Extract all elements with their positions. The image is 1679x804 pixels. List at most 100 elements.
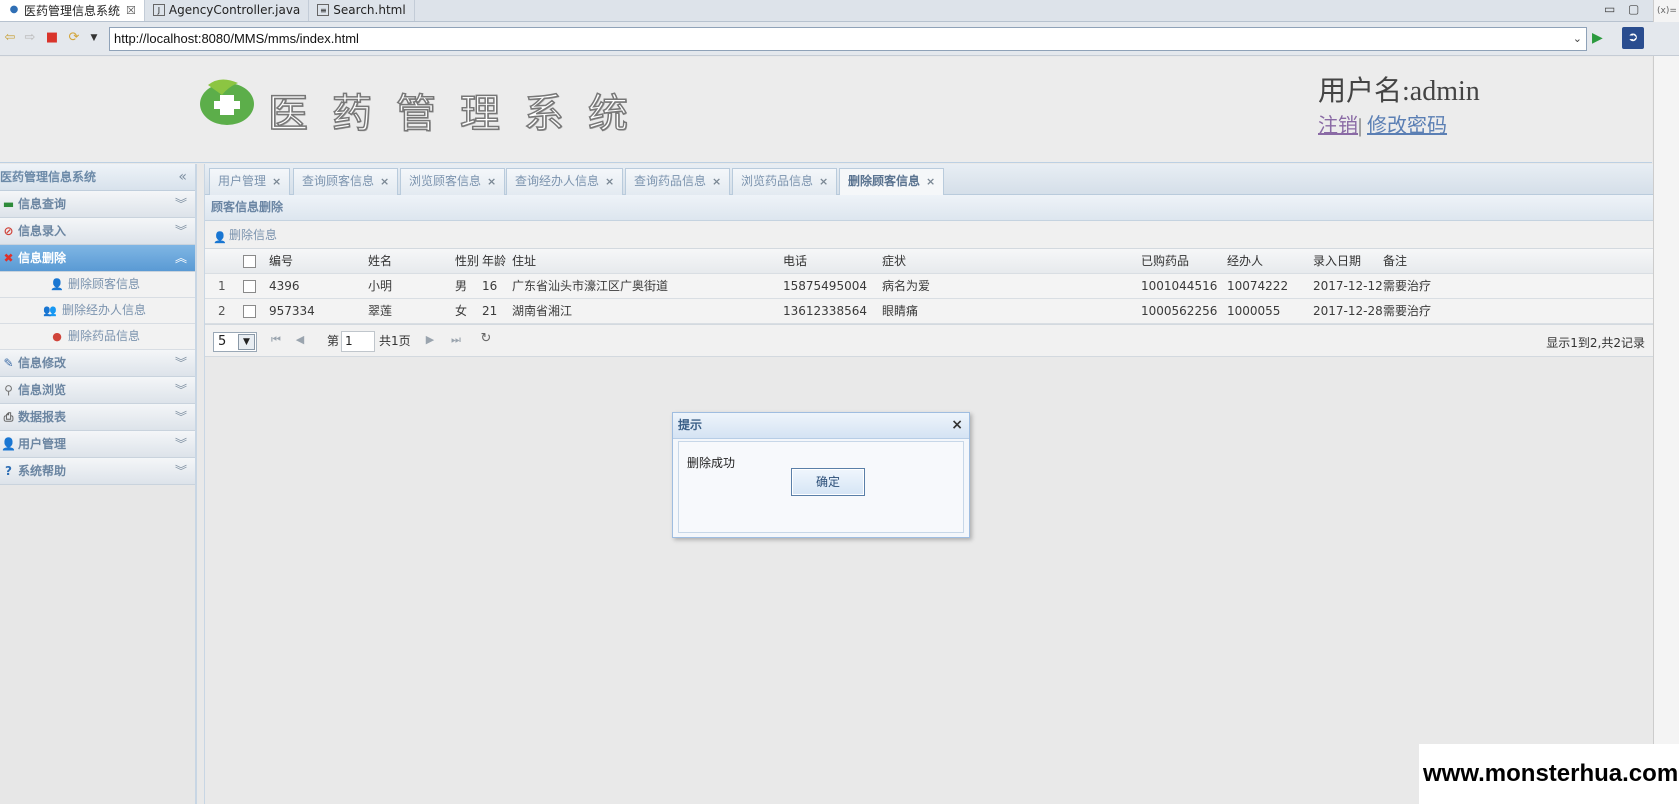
select-all-checkbox[interactable] <box>243 255 256 268</box>
nav-section-query[interactable]: ▬ 信息查询 ︾ <box>0 191 195 218</box>
chevron-down-icon: ▼ <box>238 334 255 350</box>
nav-item-delete-agent[interactable]: 👥 删除经办人信息 <box>0 298 195 324</box>
col-header-medicine[interactable]: 已购药品 <box>1141 249 1189 274</box>
tab-label: 用户管理 <box>218 174 267 188</box>
user-links: 注销| 修改密码 <box>1318 109 1447 138</box>
tab-close-icon[interactable]: × <box>487 175 496 188</box>
col-header-agent[interactable]: 经办人 <box>1227 249 1263 274</box>
url-input[interactable]: http://localhost:8080/MMS/mms/index.html… <box>109 27 1587 51</box>
table-row[interactable]: 2 957334 翠莲 女 21 湖南省湘江 13612338564 眼睛痛 1… <box>205 299 1653 324</box>
nav-panel-title: 医药管理信息系统 « <box>0 164 195 191</box>
refresh-icon[interactable]: ⟳ <box>66 30 82 46</box>
tab-close-icon[interactable]: × <box>926 175 935 188</box>
col-header-age[interactable]: 年龄 <box>482 249 506 274</box>
ide-side-strip: (x)= <box>1653 0 1679 804</box>
dropdown-arrow-icon[interactable]: ▼ <box>86 30 102 46</box>
col-header-gender[interactable]: 性别 <box>455 249 479 274</box>
change-password-link[interactable]: 修改密码 <box>1367 115 1447 137</box>
external-browser-icon[interactable]: ➲ <box>1622 27 1644 49</box>
tab-browse-customer[interactable]: 浏览顾客信息 × <box>400 168 506 195</box>
back-arrow-icon[interactable]: ⇦ <box>2 30 18 46</box>
variables-view-label[interactable]: (x)= <box>1657 6 1677 16</box>
tab-query-agent[interactable]: 查询经办人信息 × <box>506 168 624 195</box>
nav-section-modify[interactable]: ✎ 信息修改 ︾ <box>0 350 195 377</box>
tab-query-customer[interactable]: 查询顾客信息 × <box>293 168 399 195</box>
page-size-select[interactable]: 5 ▼ <box>213 332 257 352</box>
col-header-address[interactable]: 住址 <box>512 249 536 274</box>
nav-section-browse[interactable]: ⚲ 信息浏览 ︾ <box>0 377 195 404</box>
table-row[interactable]: 1 4396 小明 男 16 广东省汕头市濠江区广奥街道 15875495004… <box>205 274 1653 299</box>
nav-section-delete[interactable]: ✖ 信息删除 ︽ <box>0 245 195 272</box>
nav-item-delete-medicine[interactable]: ● 删除药品信息 <box>0 324 195 350</box>
tab-user-admin[interactable]: 用户管理 × <box>209 168 291 195</box>
tab-close-icon[interactable]: × <box>605 175 614 188</box>
chevron-down-icon: ︾ <box>174 464 187 478</box>
page-total: 共1页 <box>379 334 411 348</box>
cell-phone: 13612338564 <box>783 304 867 318</box>
nav-section-report[interactable]: ⎙ 数据报表 ︾ <box>0 404 195 431</box>
row-checkbox[interactable] <box>243 305 256 318</box>
row-checkbox[interactable] <box>243 280 256 293</box>
minimize-icon[interactable]: ▭ <box>1604 2 1615 16</box>
cell-name: 翠莲 <box>368 304 393 318</box>
first-page-icon[interactable]: ⏮ <box>269 333 283 347</box>
col-header-id[interactable]: 编号 <box>269 249 293 274</box>
html-file-icon: ≡ <box>317 4 330 16</box>
search-list-icon: ▬ <box>2 197 15 211</box>
tab-close-icon[interactable]: × <box>380 175 389 188</box>
chevron-down-icon[interactable]: ⌄ <box>1573 28 1582 50</box>
forward-arrow-icon[interactable]: ⇨ <box>22 30 38 46</box>
pill-icon: ● <box>52 330 62 343</box>
ide-tab-agency-controller[interactable]: J AgencyController.java <box>145 0 310 21</box>
close-icon[interactable]: × <box>951 413 963 437</box>
nav-section-help[interactable]: ? 系统帮助 ︾ <box>0 458 195 485</box>
nav-section-label: 数据报表 <box>18 410 67 424</box>
tab-query-medicine[interactable]: 查询药品信息 × <box>625 168 731 195</box>
tab-label: 浏览药品信息 <box>741 174 814 188</box>
tab-browse-medicine[interactable]: 浏览药品信息 × <box>732 168 838 195</box>
col-header-symptom[interactable]: 症状 <box>882 249 906 274</box>
ide-tab-label: Search.html <box>333 3 406 17</box>
prev-page-icon[interactable]: ◀ <box>293 333 307 346</box>
system-title: 医药管理系统 <box>267 90 652 138</box>
reload-icon[interactable]: ↻ <box>479 331 493 346</box>
page-number-input[interactable]: 1 <box>341 331 375 352</box>
chevron-down-icon: ︾ <box>174 197 187 211</box>
ide-tab-app[interactable]: ● 医药管理信息系统 ☒ <box>0 0 145 21</box>
tab-close-icon[interactable]: × <box>712 175 721 188</box>
left-nav-panel: 医药管理信息系统 « ▬ 信息查询 ︾ ⊘ 信息录入 ︾ ✖ 信息删除 ︽ 👤 … <box>0 164 197 804</box>
customer-grid: 编号 姓名 性别 年龄 住址 电话 症状 已购药品 经办人 录入日期 备注 1 … <box>205 249 1653 324</box>
col-header-name[interactable]: 姓名 <box>368 249 392 274</box>
stop-icon[interactable]: ■ <box>44 30 60 46</box>
ide-tab-search-html[interactable]: ≡ Search.html <box>309 0 415 21</box>
go-play-icon[interactable]: ▶ <box>1592 30 1603 46</box>
tab-delete-customer[interactable]: 删除顾客信息 × <box>839 168 945 195</box>
ok-button[interactable]: 确定 <box>791 468 865 496</box>
next-page-icon[interactable]: ▶ <box>423 333 437 346</box>
nav-item-delete-customer[interactable]: 👤 删除顾客信息 <box>0 272 195 298</box>
logout-link[interactable]: 注销 <box>1318 115 1358 137</box>
tab-close-icon[interactable]: × <box>272 175 281 188</box>
nav-section-label: 信息删除 <box>18 251 67 265</box>
dialog-header: 提示 × <box>673 413 969 439</box>
col-header-phone[interactable]: 电话 <box>783 249 807 274</box>
cell-remark: 需要治疗 <box>1383 279 1432 293</box>
pencil-icon: ✎ <box>3 356 14 370</box>
col-header-date[interactable]: 录入日期 <box>1313 249 1361 274</box>
tab-close-icon[interactable]: × <box>819 175 828 188</box>
dialog-title: 提示 <box>678 418 703 432</box>
close-icon[interactable]: ☒ <box>126 4 136 17</box>
help-icon: ? <box>5 464 12 478</box>
dialog-body: 删除成功 确定 <box>678 441 964 533</box>
tab-label: 删除顾客信息 <box>848 174 921 188</box>
col-header-remark[interactable]: 备注 <box>1383 249 1407 274</box>
delete-info-button[interactable]: 👤 删除信息 <box>213 227 277 244</box>
nav-section-input[interactable]: ⊘ 信息录入 ︾ <box>0 218 195 245</box>
nav-section-user-admin[interactable]: 👤 用户管理 ︾ <box>0 431 195 458</box>
dialog-message: 删除成功 <box>687 456 736 470</box>
maximize-icon[interactable]: ▢ <box>1628 2 1639 16</box>
last-page-icon[interactable]: ⏭ <box>449 333 463 347</box>
ide-tab-label: 医药管理信息系统 <box>24 3 121 18</box>
collapse-panel-icon[interactable]: « <box>178 164 187 190</box>
chevron-down-icon: ︾ <box>174 356 187 370</box>
